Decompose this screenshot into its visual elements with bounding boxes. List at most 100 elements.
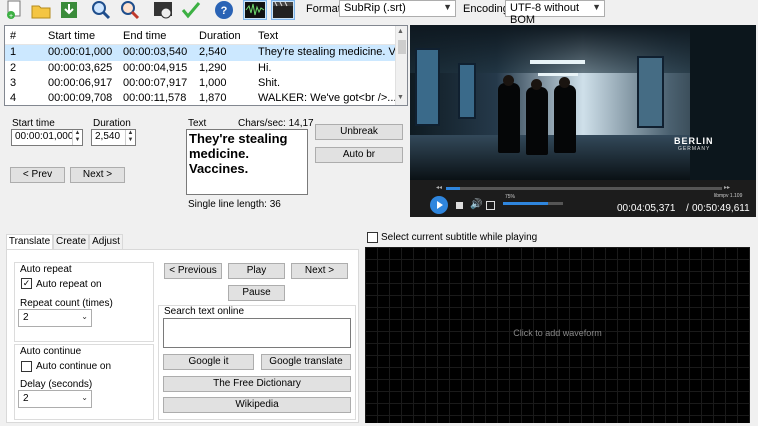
table-row[interactable]: 4 00:00:09,708 00:00:11,578 1,870 WALKER… <box>5 91 397 105</box>
row-text: They're stealing medicine. Va <box>258 46 397 58</box>
chevron-down-icon: ⌄ <box>81 312 88 321</box>
subtitle-text-editor[interactable]: They're stealing medicine. Vaccines. <box>186 129 308 195</box>
row-end: 00:00:11,578 <box>123 92 187 104</box>
volume-icon[interactable]: 🔊 <box>470 199 482 210</box>
row-start: 00:00:01,000 <box>48 46 113 58</box>
duration-spinner[interactable]: ▲ ▼ <box>125 130 135 145</box>
column-header-number[interactable]: # <box>10 29 16 44</box>
row-duration: 1,000 <box>199 77 227 89</box>
select-current-label: Select current subtitle while playing <box>381 232 538 243</box>
waveform-toggle-icon[interactable] <box>243 0 267 20</box>
auto-continue-title: Auto continue <box>20 346 82 357</box>
corridor-window <box>415 48 440 126</box>
waveform-area[interactable]: Click to add waveform <box>365 247 750 423</box>
play-translate-button[interactable]: Play <box>228 263 285 279</box>
table-row[interactable]: 1 00:00:01,000 00:00:03,540 2,540 They'r… <box>5 45 397 61</box>
find-icon[interactable] <box>90 0 112 20</box>
help-icon[interactable]: ? <box>213 0 235 20</box>
select-current-checkbox[interactable] <box>367 232 378 243</box>
new-file-icon[interactable]: + <box>3 0 25 20</box>
person-silhouette <box>498 83 520 153</box>
delay-value: 2 <box>23 393 29 404</box>
current-time: 00:04:05,371 <box>617 203 676 214</box>
auto-br-button[interactable]: Auto br <box>315 147 403 163</box>
seek-bar[interactable] <box>446 187 722 190</box>
free-dictionary-button[interactable]: The Free Dictionary <box>163 376 351 392</box>
auto-repeat-on-label: Auto repeat on <box>36 279 102 290</box>
save-icon[interactable] <box>58 0 80 20</box>
scroll-down-icon[interactable]: ▼ <box>397 94 404 101</box>
stop-icon[interactable] <box>456 202 463 209</box>
search-online-label: Search text online <box>164 306 245 317</box>
fast-forward-icon[interactable]: ▸▸ <box>724 184 730 191</box>
location-caption-sub: GERMANY <box>678 146 711 152</box>
delay-label: Delay (seconds) <box>20 379 93 390</box>
column-header-text[interactable]: Text <box>258 29 278 44</box>
replace-icon[interactable] <box>119 0 141 20</box>
next-button[interactable]: Next > <box>70 167 125 183</box>
text-label: Text <box>188 118 207 129</box>
next-translate-button[interactable]: Next > <box>291 263 348 279</box>
single-line-length: Single line length: 36 <box>188 199 281 210</box>
start-time-spinner[interactable]: ▲ ▼ <box>72 130 82 145</box>
format-label: Format <box>306 3 341 15</box>
player-controls: ◂◂ ▸▸ libmpv 1.109 🔊 75% 00:04:05,371 / … <box>410 180 756 217</box>
visual-sync-icon[interactable] <box>152 0 174 20</box>
row-text: Hi. <box>258 62 272 74</box>
start-time-label: Start time <box>12 118 55 129</box>
delay-select[interactable]: 2 ⌄ <box>18 390 92 408</box>
unbreak-button[interactable]: Unbreak <box>315 124 403 140</box>
play-button[interactable] <box>430 196 448 214</box>
auto-repeat-title: Auto repeat <box>20 264 72 275</box>
encoding-select[interactable]: UTF-8 without BOM ▼ <box>505 0 605 26</box>
column-header-end[interactable]: End time <box>123 29 166 44</box>
google-translate-button[interactable]: Google translate <box>261 354 351 370</box>
tab-create[interactable]: Create <box>53 234 89 250</box>
row-duration: 2,540 <box>199 46 227 58</box>
repeat-count-label: Repeat count (times) <box>20 298 113 309</box>
column-header-start[interactable]: Start time <box>48 29 95 44</box>
video-toggle-icon[interactable] <box>271 0 295 20</box>
row-duration: 1,870 <box>199 92 227 104</box>
person-head <box>559 77 570 88</box>
previous-button[interactable]: < Previous <box>164 263 222 279</box>
list-scrollbar[interactable]: ▲ ▼ <box>395 26 407 105</box>
scrollbar-thumb[interactable] <box>398 40 406 54</box>
fullscreen-icon[interactable] <box>486 201 495 210</box>
ceiling-light <box>530 60 585 64</box>
auto-continue-checkbox[interactable] <box>21 361 32 372</box>
row-start: 00:00:09,708 <box>48 92 113 104</box>
start-time-input[interactable]: 00:00:01,000 ▲ ▼ <box>11 129 83 146</box>
table-row[interactable]: 2 00:00:03,625 00:00:04,915 1,290 Hi. <box>5 61 397 77</box>
corridor-window <box>458 63 476 119</box>
prev-button[interactable]: < Prev <box>10 167 65 183</box>
volume-slider[interactable] <box>503 202 563 205</box>
table-row[interactable]: 3 00:00:06,917 00:00:07,917 1,000 Shit. <box>5 76 397 92</box>
auto-repeat-checkbox[interactable]: ✓ <box>21 278 32 289</box>
search-text-input[interactable] <box>163 318 351 348</box>
pause-button[interactable]: Pause <box>228 285 285 301</box>
format-select[interactable]: SubRip (.srt) ▼ <box>339 0 456 17</box>
column-header-duration[interactable]: Duration <box>199 29 241 44</box>
encoding-label: Encoding <box>463 3 509 15</box>
duration-input[interactable]: 2,540 ▲ ▼ <box>91 129 136 146</box>
scroll-up-icon[interactable]: ▲ <box>397 28 404 35</box>
google-it-button[interactable]: Google it <box>163 354 254 370</box>
chevron-down-icon: ⌄ <box>81 393 88 402</box>
time-separator: / <box>686 203 689 214</box>
subtitle-list[interactable]: # Start time End time Duration Text 1 00… <box>4 25 408 106</box>
video-player[interactable]: BERLIN GERMANY ◂◂ ▸▸ libmpv 1.109 🔊 75% … <box>410 25 756 217</box>
seek-bar-fill <box>446 187 460 190</box>
spell-check-icon[interactable] <box>180 0 202 20</box>
volume-slider-fill <box>503 202 548 205</box>
row-end: 00:00:07,917 <box>123 77 188 89</box>
format-value: SubRip (.srt) <box>344 2 406 14</box>
wikipedia-button[interactable]: Wikipedia <box>163 397 351 413</box>
corridor-wall <box>690 25 756 180</box>
tab-adjust[interactable]: Adjust <box>89 234 123 250</box>
repeat-count-select[interactable]: 2 ⌄ <box>18 309 92 327</box>
rewind-icon[interactable]: ◂◂ <box>436 184 442 191</box>
open-folder-icon[interactable] <box>30 0 52 20</box>
text-line: Vaccines. <box>189 161 249 176</box>
text-line: They're stealing <box>189 131 288 146</box>
